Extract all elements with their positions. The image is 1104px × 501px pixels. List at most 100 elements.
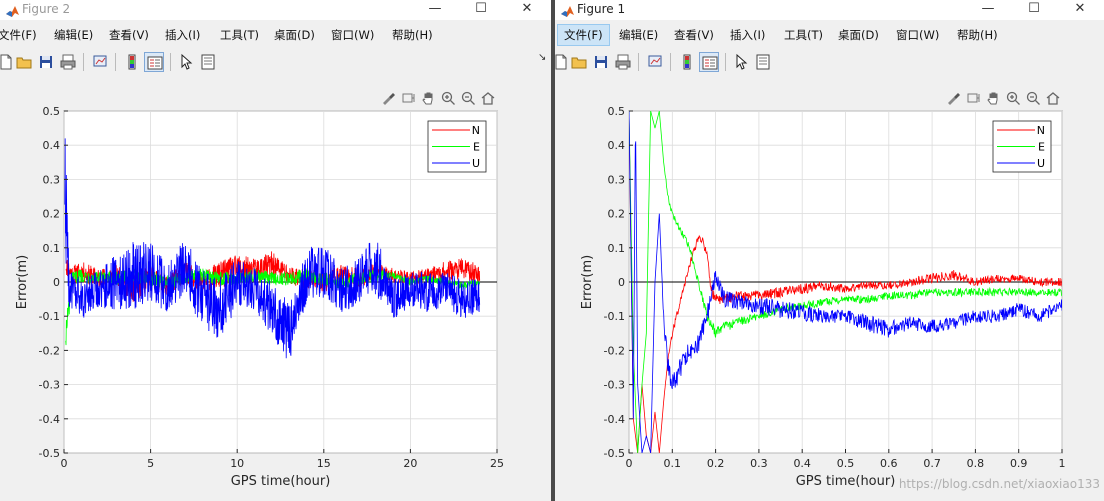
link-plot-icon[interactable] <box>645 52 665 72</box>
brush-icon[interactable] <box>945 90 961 106</box>
watermark-text: https://blog.csdn.net/xiaoxiao133 <box>899 477 1100 491</box>
y-tick-label: -0.1 <box>39 310 60 323</box>
y-axis-label: Error(m) <box>15 255 30 310</box>
x-tick-label: 0.5 <box>837 457 855 470</box>
figure1-toolbar <box>555 50 1104 76</box>
y-tick-label: 0.1 <box>43 242 61 255</box>
close-button[interactable]: ✕ <box>1057 0 1103 20</box>
y-tick-label: 0.2 <box>608 208 626 221</box>
window-title: Figure 2 <box>22 2 71 16</box>
data-tips-icon[interactable] <box>965 90 981 106</box>
minimize-button[interactable]: — <box>965 0 1011 20</box>
figure1-window: Figure 1 — ☐ ✕ 文件(F) 编辑(E) 查看(V) 插入(I) 工… <box>555 0 1104 501</box>
toolbar-separator <box>725 53 726 71</box>
x-tick-label: 0.1 <box>664 457 682 470</box>
zoom-out-icon[interactable] <box>1025 90 1041 106</box>
print-icon[interactable] <box>58 52 78 72</box>
close-button[interactable]: ✕ <box>504 0 550 20</box>
colorbar-icon[interactable] <box>122 52 142 72</box>
x-tick-label: 10 <box>230 457 244 470</box>
menu-desktop[interactable]: 桌面(D) <box>838 24 879 46</box>
minimize-button[interactable]: — <box>412 0 458 20</box>
window-title: Figure 1 <box>577 2 626 16</box>
x-tick-label: 25 <box>490 457 504 470</box>
home-icon[interactable] <box>480 90 496 106</box>
figure2-titlebar[interactable]: Figure 2 — ☐ ✕ <box>0 0 551 20</box>
menu-view[interactable]: 查看(V) <box>674 24 714 46</box>
x-tick-label: 0 <box>61 457 68 470</box>
save-icon[interactable] <box>36 52 56 72</box>
y-tick-label: -0.2 <box>604 344 625 357</box>
y-tick-label: -0.5 <box>604 447 625 460</box>
toolbar-separator <box>638 53 639 71</box>
open-folder-icon[interactable] <box>569 52 589 72</box>
figure1-chart[interactable]: 0 0.1 0.2 0.3 0.4 0.5 0.6 0.7 0.8 0.9 1 -0.5 -0.4 -0.… <box>555 80 1104 501</box>
toolbar-separator <box>170 53 171 71</box>
zoom-in-icon[interactable] <box>440 90 456 106</box>
property-inspector-icon[interactable] <box>753 52 773 72</box>
figure2-plot-area: 0 5 10 15 20 25 -0.5 -0.4 -0.3 -0.2 -0.1 0 0.1 0.2 0.3… <box>0 80 551 501</box>
arrow-pointer-icon[interactable] <box>176 52 196 72</box>
x-tick-label: 0 <box>626 457 633 470</box>
y-tick-label: 0.2 <box>43 208 61 221</box>
menu-help[interactable]: 帮助(H) <box>957 24 998 46</box>
toolbar-separator <box>670 53 671 71</box>
y-tick-label: -0.4 <box>39 413 60 426</box>
figure2-toolbar <box>0 50 551 76</box>
y-tick-label: 0.4 <box>43 139 61 152</box>
menu-edit[interactable]: 编辑(E) <box>619 24 658 46</box>
figure2-chart[interactable]: 0 5 10 15 20 25 -0.5 -0.4 -0.3 -0.2 -0.1 0 0.1 0.2 0.3… <box>0 80 551 501</box>
y-tick-label: 0.4 <box>608 139 626 152</box>
legend-icon[interactable] <box>144 52 164 72</box>
maximize-button[interactable]: ☐ <box>458 0 504 20</box>
menu-window[interactable]: 窗口(W) <box>331 24 374 46</box>
x-axis-label: GPS time(hour) <box>231 474 331 489</box>
matlab-logo-icon <box>561 3 574 22</box>
toolbar-separator <box>83 53 84 71</box>
menu-edit[interactable]: 编辑(E) <box>54 24 93 46</box>
menu-file[interactable]: 文件(F) <box>0 24 37 46</box>
home-icon[interactable] <box>1045 90 1061 106</box>
figure1-titlebar[interactable]: Figure 1 — ☐ ✕ <box>555 0 1104 20</box>
menu-view[interactable]: 查看(V) <box>109 24 149 46</box>
brush-icon[interactable] <box>380 90 396 106</box>
arrow-pointer-icon[interactable] <box>731 52 751 72</box>
legend-label-E: E <box>473 141 480 154</box>
legend[interactable]: NEU <box>427 120 487 173</box>
pan-hand-icon[interactable] <box>420 90 436 106</box>
maximize-button[interactable]: ☐ <box>1011 0 1057 20</box>
pan-hand-icon[interactable] <box>985 90 1001 106</box>
menu-tools[interactable]: 工具(T) <box>784 24 823 46</box>
data-tips-icon[interactable] <box>400 90 416 106</box>
toolbar-separator <box>115 53 116 71</box>
legend[interactable]: NEU <box>992 120 1052 173</box>
colorbar-icon[interactable] <box>677 52 697 72</box>
x-tick-label: 0.9 <box>1010 457 1027 470</box>
legend-icon[interactable] <box>699 52 719 72</box>
zoom-in-icon[interactable] <box>1005 90 1021 106</box>
print-icon[interactable] <box>613 52 633 72</box>
menu-desktop[interactable]: 桌面(D) <box>274 24 315 46</box>
menu-file[interactable]: 文件(F) <box>557 24 610 46</box>
link-plot-icon[interactable] <box>90 52 110 72</box>
figure2-menubar: 文件(F) 编辑(E) 查看(V) 插入(I) 工具(T) 桌面(D) 窗口(W… <box>0 24 551 63</box>
menu-insert[interactable]: 插入(I) <box>730 24 765 46</box>
x-tick-label: 5 <box>147 457 154 470</box>
menu-insert[interactable]: 插入(I) <box>165 24 200 46</box>
x-tick-label: 0.4 <box>793 457 811 470</box>
y-tick-label: -0.5 <box>39 447 60 460</box>
y-tick-label: 0 <box>53 276 60 289</box>
menu-help[interactable]: 帮助(H) <box>392 24 433 46</box>
open-folder-icon[interactable] <box>14 52 34 72</box>
menu-tools[interactable]: 工具(T) <box>220 24 259 46</box>
x-axis-label: GPS time(hour) <box>796 474 896 489</box>
save-icon[interactable] <box>591 52 611 72</box>
legend-label-E: E <box>1038 141 1045 154</box>
x-tick-label: 20 <box>403 457 417 470</box>
x-tick-label: 0.2 <box>707 457 725 470</box>
property-inspector-icon[interactable] <box>198 52 218 72</box>
zoom-out-icon[interactable] <box>460 90 476 106</box>
y-tick-label: 0.1 <box>608 242 626 255</box>
menu-window[interactable]: 窗口(W) <box>896 24 939 46</box>
y-tick-label: 0 <box>618 276 625 289</box>
